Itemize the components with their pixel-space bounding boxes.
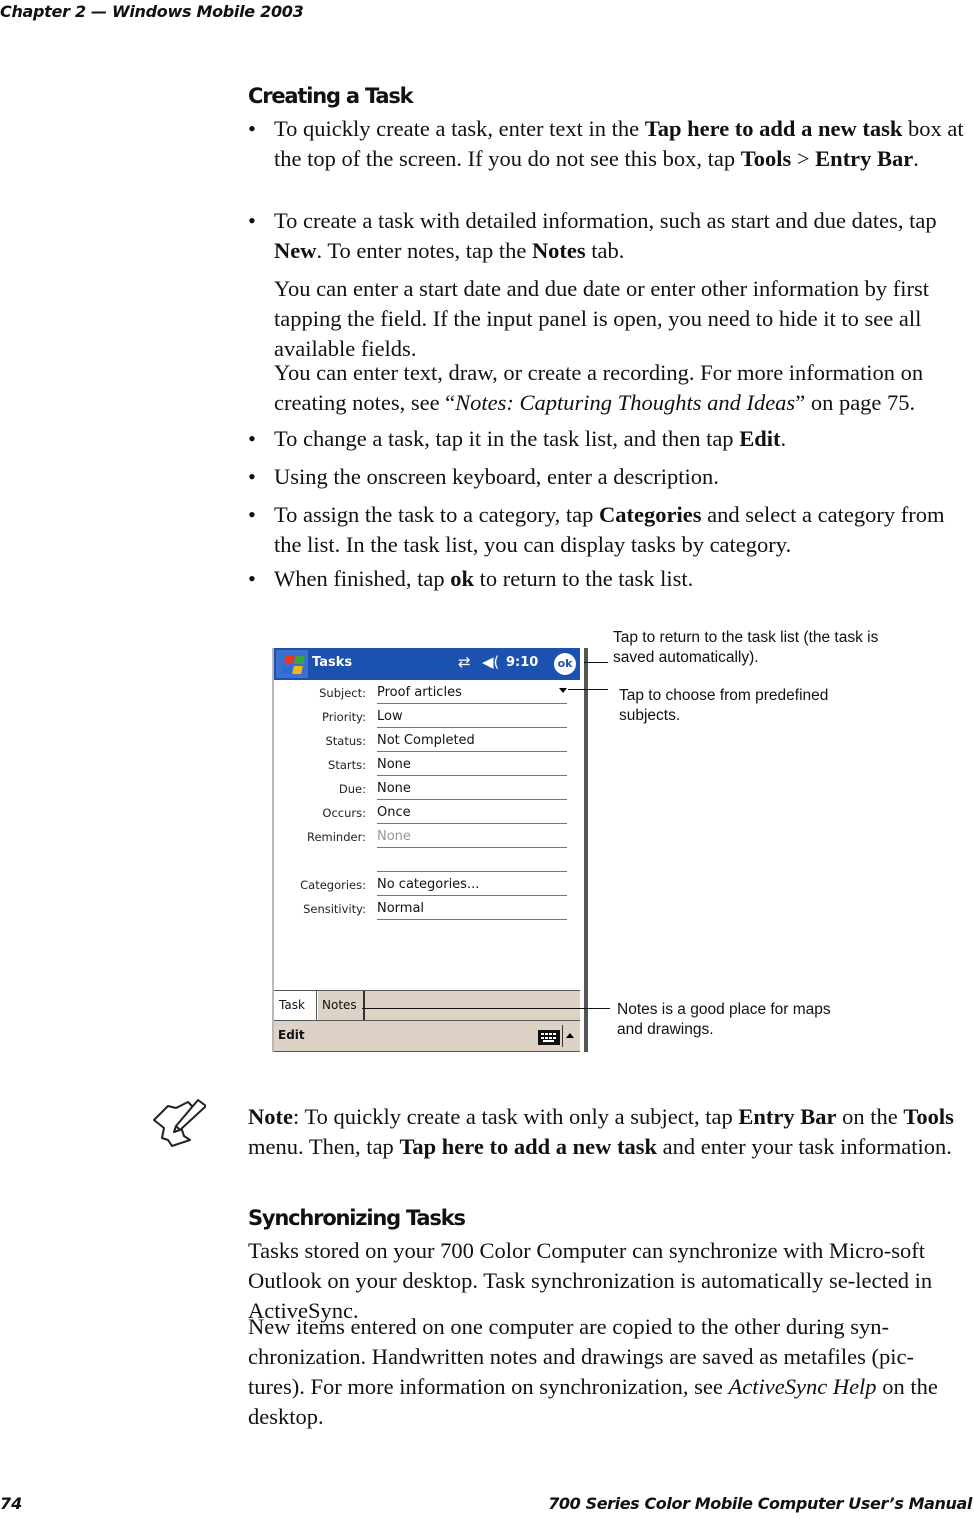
windows-flag-icon (282, 655, 305, 675)
section-heading-creating-task: Creating a Task (248, 84, 414, 108)
callout-line-subject (568, 689, 608, 690)
divider (562, 1025, 563, 1047)
status-value[interactable]: Not Completed (377, 733, 567, 752)
field-sensitivity[interactable]: Sensitivity: Normal (274, 898, 580, 922)
bullet-item-finished: • When finished, tap ok to return to the… (248, 564, 968, 594)
navigation-bar: Tasks ⇄ ◀( 9:10 ok (274, 648, 580, 680)
field-blank (274, 850, 580, 874)
edit-menu[interactable]: Edit (278, 1028, 305, 1042)
input-panel-arrow-icon[interactable] (566, 1033, 574, 1038)
callout-notes: Notes is a good place for maps and drawi… (617, 1001, 831, 1038)
section-heading-sync-tasks: Synchronizing Tasks (248, 1206, 466, 1230)
subject-dropdown-arrow-icon[interactable] (559, 688, 567, 693)
paragraph-notes-info: You can enter text, draw, or create a re… (274, 360, 924, 415)
bullet-item-change-task: • To change a task, tap it in the task l… (248, 424, 968, 454)
bullet-item-quick-task: • To quickly create a task, enter text i… (248, 116, 964, 171)
paragraph-start-due-date: You can enter a start date and due date … (274, 276, 929, 361)
ok-button[interactable]: ok (554, 653, 576, 675)
field-reminder[interactable]: Reminder: None (274, 826, 580, 850)
bullet-icon: • (248, 116, 256, 141)
subject-value[interactable]: Proof articles (377, 685, 567, 704)
tab-task[interactable]: Task (274, 991, 318, 1020)
page-number: 74 (0, 1494, 23, 1513)
running-header: Chapter 2 — Windows Mobile 2003 (0, 2, 304, 21)
running-footer: 700 Series Color Mobile Computer User’s … (548, 1494, 972, 1513)
bullet-item-keyboard: • Using the onscreen keyboard, enter a d… (248, 462, 968, 492)
reminder-value[interactable]: None (377, 829, 567, 848)
callout-line-notes (362, 1008, 610, 1009)
bullet-icon: • (248, 566, 256, 591)
menu-bar: Edit (274, 1020, 580, 1052)
bullet-icon: • (248, 502, 256, 527)
pocketpc-task-screen: Tasks ⇄ ◀( 9:10 ok Subject: Proof articl… (272, 648, 588, 1052)
field-priority[interactable]: Priority: Low (274, 706, 580, 730)
field-status[interactable]: Status: Not Completed (274, 730, 580, 754)
callout-subject: Tap to choose from predefined subjects. (619, 687, 829, 724)
callout-line-ok (584, 662, 608, 663)
field-due[interactable]: Due: None (274, 778, 580, 802)
priority-value[interactable]: Low (377, 709, 567, 728)
occurs-value[interactable]: Once (377, 805, 567, 824)
tab-notes[interactable]: Notes (316, 991, 365, 1020)
note-paragraph: Note: To quickly create a task with only… (248, 1104, 954, 1159)
device-frame-edge (584, 648, 588, 1052)
keyboard-icon[interactable] (538, 1030, 560, 1045)
volume-icon[interactable]: ◀( (482, 653, 499, 671)
field-starts[interactable]: Starts: None (274, 754, 580, 778)
bullet-item-category: • To assign the task to a category, tap … (248, 502, 945, 557)
sync-icon[interactable]: ⇄ (458, 653, 471, 671)
sensitivity-value[interactable]: Normal (377, 901, 567, 920)
bullet-item-detailed-task: • To create a task with detailed informa… (248, 208, 937, 263)
bullet-icon: • (248, 426, 256, 451)
categories-value[interactable]: No categories... (377, 877, 567, 896)
bullet-icon: • (248, 208, 256, 233)
app-title: Tasks (312, 655, 353, 670)
field-categories[interactable]: Categories: No categories... (274, 874, 580, 898)
clock[interactable]: 9:10 (506, 655, 538, 670)
field-occurs[interactable]: Occurs: Once (274, 802, 580, 826)
starts-value[interactable]: None (377, 757, 567, 776)
note-pencil-icon (153, 1099, 206, 1147)
callout-ok: Tap to return to the task list (the task… (613, 629, 879, 666)
tab-strip: Task Notes (274, 990, 580, 1021)
paragraph-sync-details: New items entered on one computer are co… (248, 1314, 938, 1429)
bullet-icon: • (248, 464, 256, 489)
due-value[interactable]: None (377, 781, 567, 800)
field-subject[interactable]: Subject: Proof articles (274, 682, 580, 706)
start-menu-button[interactable] (276, 650, 308, 678)
blank-value (377, 853, 567, 872)
